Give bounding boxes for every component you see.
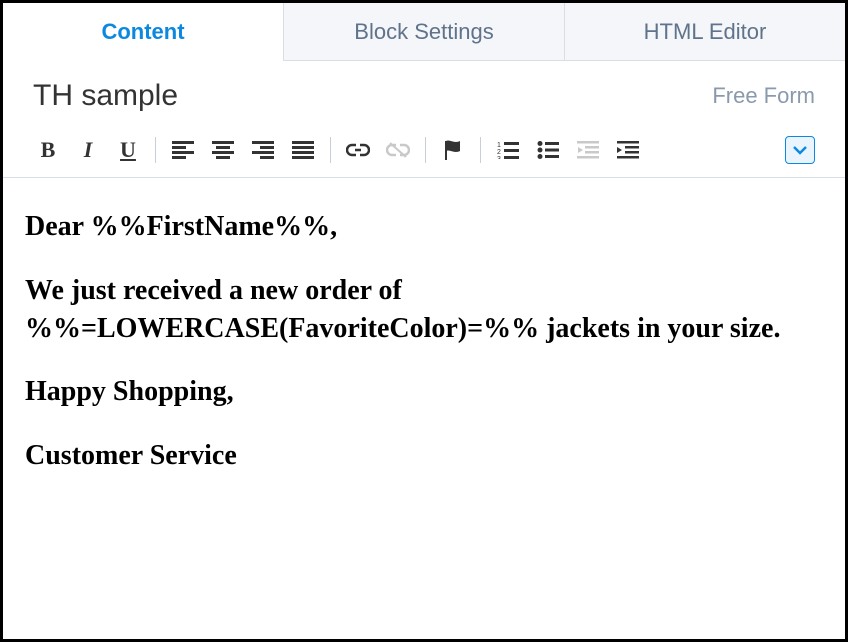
indent-icon <box>617 141 639 159</box>
separator <box>425 137 426 163</box>
align-justify-button[interactable] <box>288 135 318 165</box>
separator <box>480 137 481 163</box>
align-right-button[interactable] <box>248 135 278 165</box>
tab-block-settings[interactable]: Block Settings <box>283 3 564 61</box>
outdent-button[interactable] <box>573 135 603 165</box>
align-left-icon <box>172 141 194 159</box>
unlink-icon <box>386 142 410 158</box>
link-button[interactable] <box>343 135 373 165</box>
underline-button[interactable]: U <box>113 135 143 165</box>
bold-icon: B <box>41 137 56 163</box>
bullet-list-button[interactable] <box>533 135 563 165</box>
editor-toolbar: B I U 123 <box>3 125 845 178</box>
title-row: TH sample Free Form <box>3 61 845 125</box>
unlink-button[interactable] <box>383 135 413 165</box>
svg-text:2: 2 <box>497 149 501 156</box>
paragraph-signature: Customer Service <box>25 437 823 475</box>
tab-bar: Content Block Settings HTML Editor <box>3 3 845 61</box>
align-center-button[interactable] <box>208 135 238 165</box>
indent-button[interactable] <box>613 135 643 165</box>
italic-icon: I <box>84 137 93 163</box>
more-dropdown-button[interactable] <box>785 136 815 164</box>
paragraph-signoff: Happy Shopping, <box>25 373 823 411</box>
separator <box>155 137 156 163</box>
bullet-list-icon <box>537 141 559 159</box>
flag-icon <box>442 139 464 161</box>
layout-type-label: Free Form <box>712 83 815 109</box>
svg-text:1: 1 <box>497 142 501 149</box>
tab-content[interactable]: Content <box>3 3 283 61</box>
link-icon <box>346 143 370 157</box>
flag-button[interactable] <box>438 135 468 165</box>
outdent-icon <box>577 141 599 159</box>
align-center-icon <box>212 141 234 159</box>
paragraph-greeting: Dear %%FirstName%%, <box>25 208 823 246</box>
bold-button[interactable]: B <box>33 135 63 165</box>
numbered-list-icon: 123 <box>497 141 519 159</box>
paragraph-body: We just received a new order of %%=LOWER… <box>25 272 823 348</box>
numbered-list-button[interactable]: 123 <box>493 135 523 165</box>
svg-text:3: 3 <box>497 156 501 159</box>
align-right-icon <box>252 141 274 159</box>
italic-button[interactable]: I <box>73 135 103 165</box>
separator <box>330 137 331 163</box>
align-left-button[interactable] <box>168 135 198 165</box>
tab-html-editor[interactable]: HTML Editor <box>564 3 845 61</box>
document-title: TH sample <box>33 79 178 113</box>
align-justify-icon <box>292 141 314 159</box>
underline-icon: U <box>120 137 136 163</box>
editor-content[interactable]: Dear %%FirstName%%, We just received a n… <box>3 178 845 531</box>
chevron-down-icon <box>793 145 807 155</box>
